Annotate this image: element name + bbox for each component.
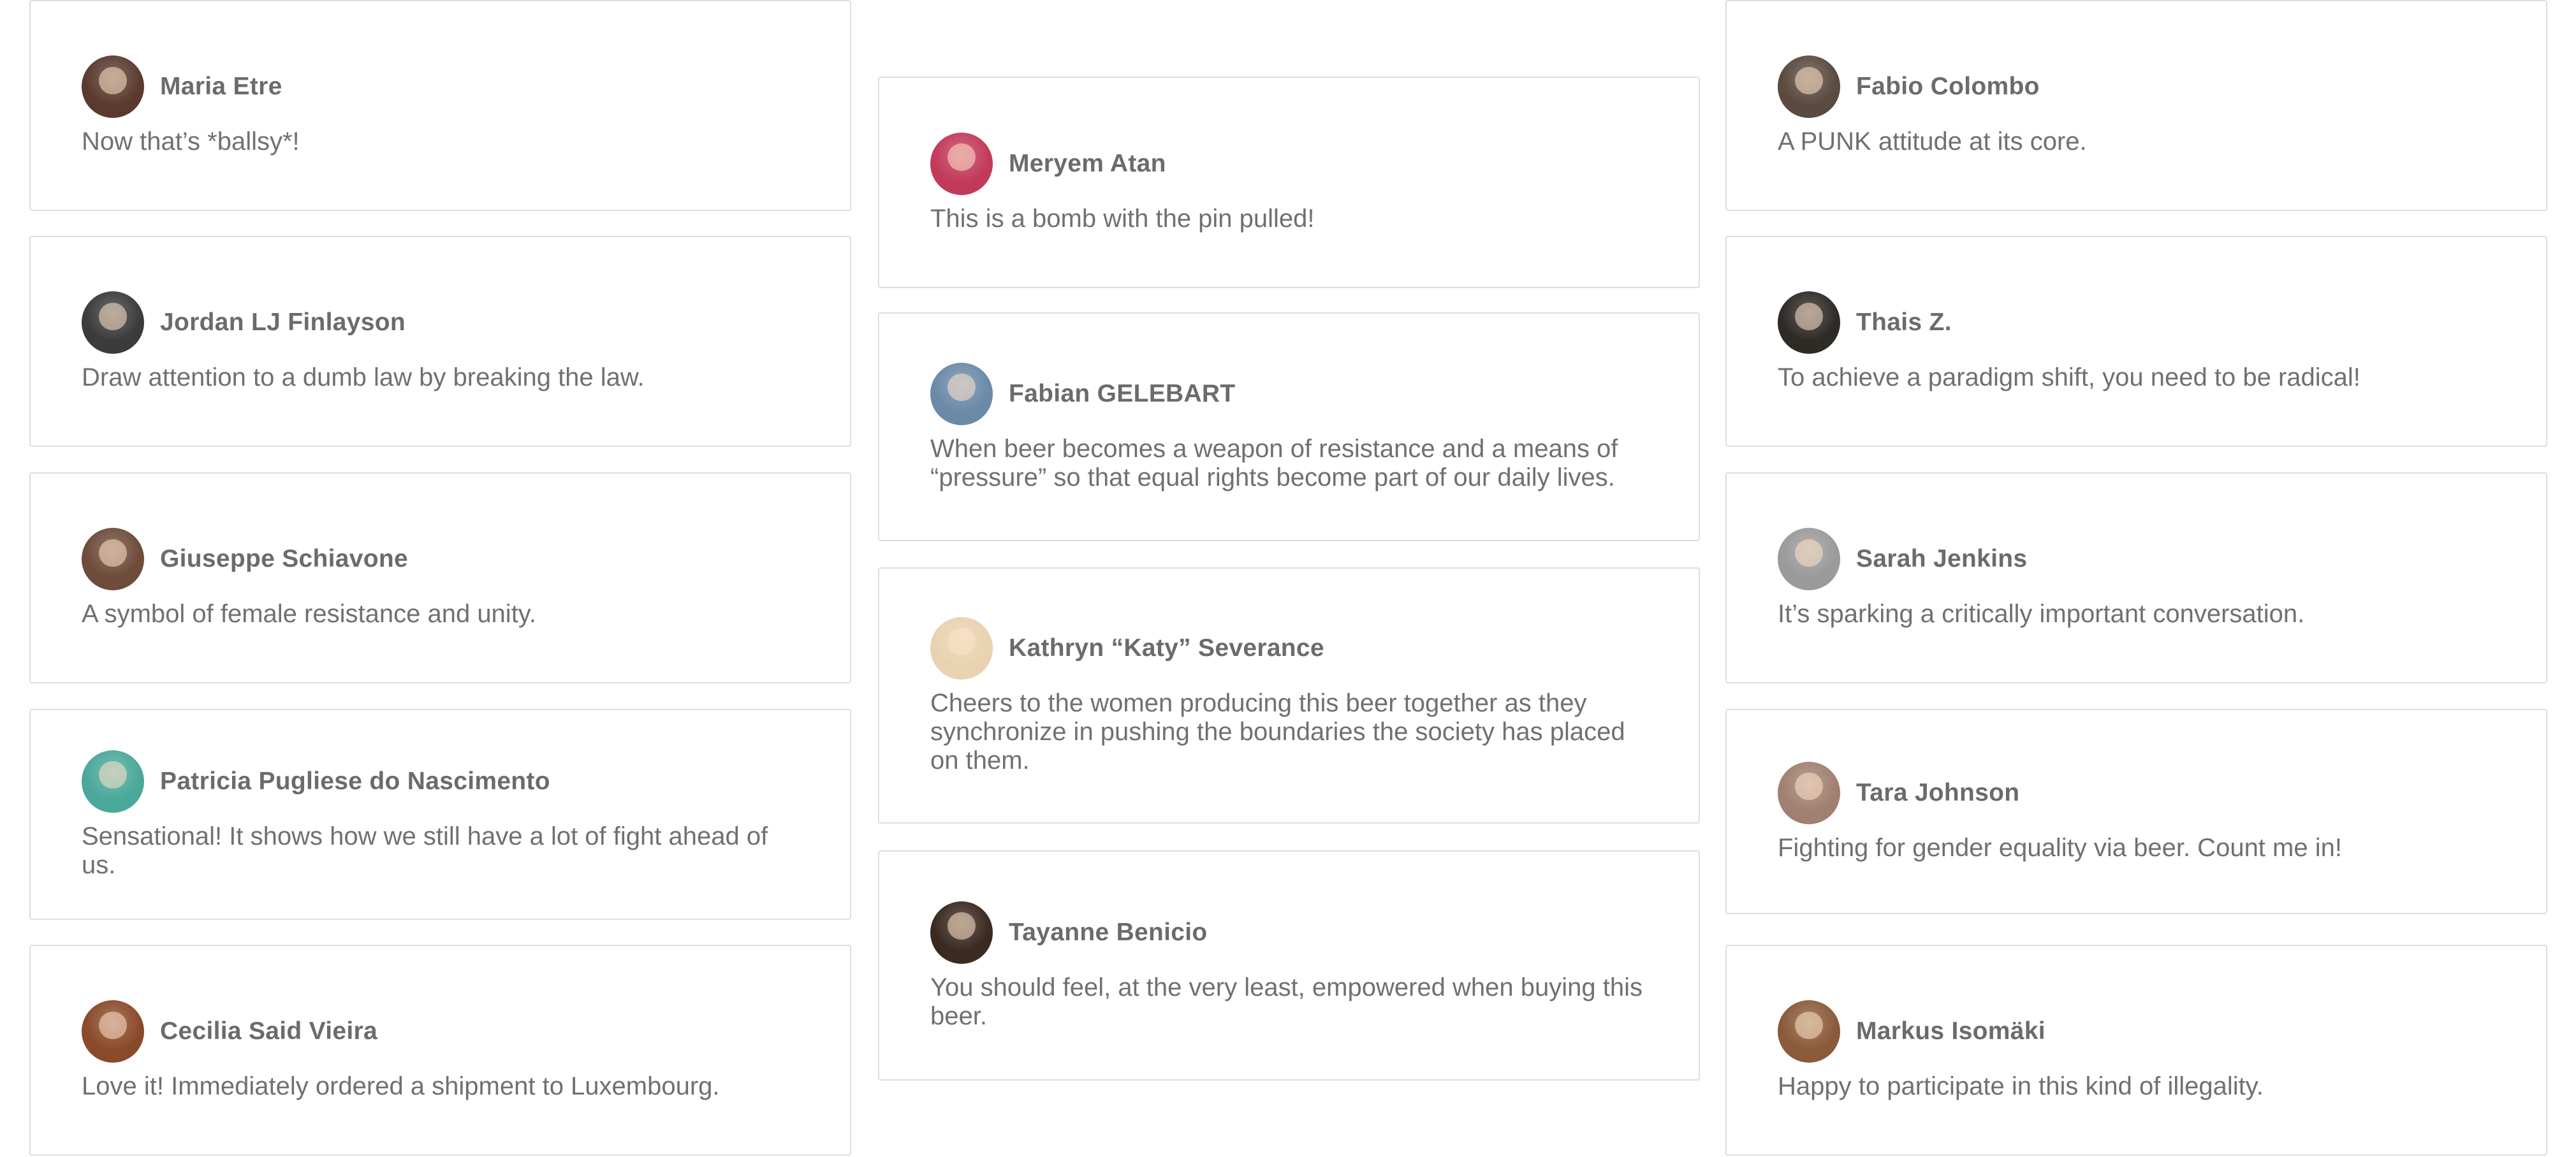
testimonial-card: Patricia Pugliese do Nascimento Sensatio…	[29, 709, 851, 920]
author-name: Giuseppe Schiavone	[160, 545, 409, 572]
author-name: Jordan LJ Finlayson	[160, 309, 406, 336]
author-name: Kathryn “Katy” Severance	[1009, 634, 1324, 662]
testimonial-card: Thais Z. To achieve a paradigm shift, yo…	[1725, 236, 2547, 447]
testimonial-text: Happy to participate in this kind of ill…	[1778, 1072, 2264, 1100]
card-header: Patricia Pugliese do Nascimento	[82, 750, 799, 813]
avatar	[82, 291, 144, 354]
testimonial-text: Cheers to the women producing this beer …	[930, 688, 1625, 775]
avatar	[1778, 291, 1840, 354]
testimonial-text: Love it! Immediately ordered a shipment …	[82, 1072, 720, 1100]
card-header: Kathryn “Katy” Severance	[930, 616, 1648, 680]
testimonial-card: Markus Isomäki Happy to participate in t…	[1725, 945, 2547, 1156]
avatar	[82, 1000, 144, 1063]
testimonial-card: Fabian GELEBART When beer becomes a weap…	[878, 312, 1700, 541]
testimonial-card: Meryem Atan This is a bomb with the pin …	[878, 76, 1700, 288]
testimonial-card: Maria Etre Now that’s *ballsy*!	[29, 0, 851, 211]
card-header: Giuseppe Schiavone	[82, 527, 799, 591]
author-name: Fabian GELEBART	[1009, 379, 1236, 407]
avatar	[1778, 1000, 1840, 1063]
avatar	[82, 55, 144, 118]
testimonial-card: Giuseppe Schiavone A symbol of female re…	[29, 472, 851, 683]
card-header: Sarah Jenkins	[1778, 527, 2495, 591]
card-header: Meryem Atan	[930, 132, 1648, 196]
testimonial-text: Draw attention to a dumb law by breaking…	[82, 363, 645, 391]
card-header: Tayanne Benicio	[930, 901, 1648, 964]
avatar	[82, 750, 144, 813]
testimonial-text: When beer becomes a weapon of resistance…	[930, 434, 1618, 491]
testimonial-card: Tara Johnson Fighting for gender equalit…	[1725, 709, 2547, 914]
avatar	[930, 616, 993, 680]
testimonial-text: You should feel, at the very least, empo…	[930, 973, 1643, 1030]
testimonial-text: Fighting for gender equality via beer. C…	[1778, 833, 2342, 862]
testimonial-card: Cecilia Said Vieira Love it! Immediately…	[29, 945, 851, 1156]
author-name: Patricia Pugliese do Nascimento	[160, 767, 550, 795]
avatar	[1778, 55, 1840, 118]
testimonial-text: A PUNK attitude at its core.	[1778, 127, 2087, 156]
avatar	[82, 528, 144, 590]
testimonial-card: Kathryn “Katy” Severance Cheers to the w…	[878, 567, 1700, 824]
author-name: Sarah Jenkins	[1856, 545, 2028, 572]
card-header: Fabian GELEBART	[930, 362, 1648, 426]
avatar	[1778, 528, 1840, 590]
testimonial-text: Now that’s *ballsy*!	[82, 127, 300, 156]
testimonial-card: Fabio Colombo A PUNK attitude at its cor…	[1725, 0, 2547, 211]
author-name: Meryem Atan	[1009, 149, 1166, 177]
card-header: Fabio Colombo	[1778, 55, 2495, 119]
testimonial-text: This is a bomb with the pin pulled!	[930, 204, 1315, 233]
avatar	[930, 132, 993, 195]
testimonial-card: Tayanne Benicio You should feel, at the …	[878, 850, 1700, 1081]
avatar	[1778, 761, 1840, 824]
testimonial-text: It’s sparking a critically important con…	[1778, 600, 2305, 628]
author-name: Fabio Colombo	[1856, 73, 2040, 100]
card-header: Tara Johnson	[1778, 761, 2495, 825]
author-name: Maria Etre	[160, 73, 282, 100]
testimonial-text: A symbol of female resistance and unity.	[82, 600, 536, 628]
card-header: Cecilia Said Vieira	[82, 1000, 799, 1063]
testimonial-card: Jordan LJ Finlayson Draw attention to a …	[29, 236, 851, 447]
testimonial-text: Sensational! It shows how we still have …	[82, 822, 768, 879]
testimonial-card: Sarah Jenkins It’s sparking a critically…	[1725, 472, 2547, 683]
author-name: Tara Johnson	[1856, 778, 2020, 806]
testimonial-text: To achieve a paradigm shift, you need to…	[1778, 363, 2360, 391]
card-header: Maria Etre	[82, 55, 799, 119]
card-header: Jordan LJ Finlayson	[82, 291, 799, 354]
card-header: Thais Z.	[1778, 291, 2495, 354]
avatar	[930, 901, 993, 964]
author-name: Thais Z.	[1856, 309, 1952, 336]
author-name: Tayanne Benicio	[1009, 918, 1208, 946]
avatar	[930, 362, 993, 425]
author-name: Cecilia Said Vieira	[160, 1017, 378, 1045]
card-header: Markus Isomäki	[1778, 1000, 2495, 1063]
author-name: Markus Isomäki	[1856, 1017, 2045, 1045]
